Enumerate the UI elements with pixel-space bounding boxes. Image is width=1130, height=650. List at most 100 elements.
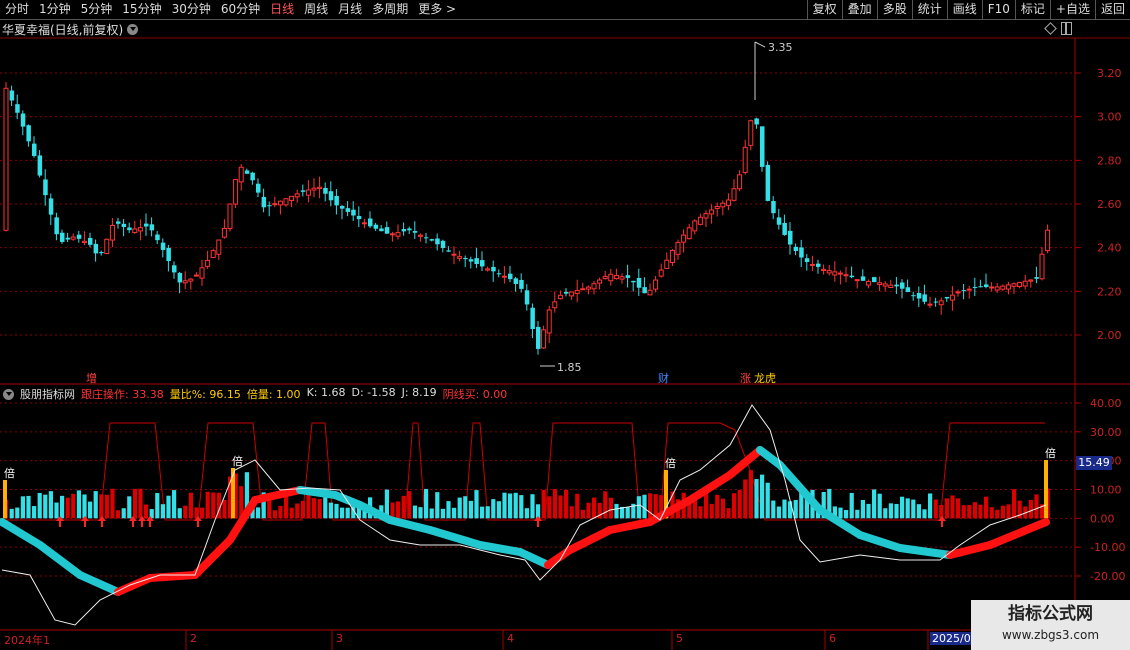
candle-body-111 xyxy=(625,275,631,278)
candle-body-51 xyxy=(289,195,295,201)
candle-body-179 xyxy=(1005,284,1011,290)
vol-bar-150 xyxy=(844,509,849,519)
indicator-item-1: 量比%: 96.15 xyxy=(169,388,241,401)
candle-body-19 xyxy=(109,224,115,241)
candle-body-114 xyxy=(642,287,647,294)
candle-body-107 xyxy=(602,275,608,280)
vol-bar-53 xyxy=(300,500,305,519)
candle-body-96 xyxy=(541,329,547,349)
candle-body-170 xyxy=(955,291,961,294)
candle-body-141 xyxy=(793,246,799,251)
candle-body-22 xyxy=(127,227,132,231)
candle-body-48 xyxy=(272,203,278,206)
candle-body-34 xyxy=(193,274,199,277)
candle-body-163 xyxy=(916,292,922,299)
candle-body-14 xyxy=(81,240,87,244)
event-marker-longhu[interactable]: 龙虎 xyxy=(754,370,776,386)
candle-body-123 xyxy=(692,220,698,232)
candle-body-72 xyxy=(407,228,412,231)
vol-bar-27 xyxy=(155,493,160,519)
candle-body-108 xyxy=(608,273,614,282)
candle-body-83 xyxy=(468,259,474,262)
vol-bar-92 xyxy=(519,495,524,519)
candle-body-35 xyxy=(199,267,205,279)
vol-bar-86 xyxy=(485,506,490,519)
event-marker-cai[interactable]: 财 xyxy=(658,370,669,386)
vol-bar-60 xyxy=(340,507,345,519)
candle-body-172 xyxy=(966,288,972,291)
candle-body-120 xyxy=(675,241,681,255)
candle-body-2 xyxy=(15,104,20,113)
vol-bar-157 xyxy=(883,508,888,519)
date-label-2: 3 xyxy=(336,632,343,645)
vol-bar-161 xyxy=(905,498,910,519)
vol-bar-71 xyxy=(401,495,406,519)
candle-body-104 xyxy=(585,286,591,290)
vol-bar-138 xyxy=(776,506,781,519)
price-tick-label-1: 3.00 xyxy=(1097,111,1122,124)
candle-body-182 xyxy=(1022,280,1028,287)
candle-body-171 xyxy=(961,290,967,292)
candle-body-159 xyxy=(894,284,899,287)
candle-body-23 xyxy=(132,228,138,233)
candle-body-54 xyxy=(305,189,311,196)
trend-band-seg-26 xyxy=(946,541,994,559)
vol-bar-87 xyxy=(491,499,496,519)
candle-body-180 xyxy=(1011,283,1017,287)
candle-body-63 xyxy=(356,215,362,220)
event-marker-zhang[interactable]: 涨 xyxy=(740,370,751,386)
candle-body-155 xyxy=(872,277,877,283)
vol-bar-163 xyxy=(916,504,921,519)
vol-bar-90 xyxy=(508,493,513,519)
candle-body-50 xyxy=(283,198,289,206)
candle-body-174 xyxy=(978,286,983,288)
candle-body-185 xyxy=(1039,253,1045,280)
bei-bar-0 xyxy=(3,480,7,519)
vol-bar-29 xyxy=(166,495,171,519)
vol-bar-162 xyxy=(911,499,916,519)
candle-body-181 xyxy=(1017,281,1023,288)
low-price-label: 1.85 xyxy=(557,361,582,374)
high-price-label: 3.35 xyxy=(768,41,793,54)
event-marker-zeng[interactable]: 增 xyxy=(86,370,97,386)
high-pointer xyxy=(754,41,766,48)
vol-bar-73 xyxy=(412,505,417,519)
candle-body-139 xyxy=(782,222,787,235)
vol-bar-11 xyxy=(65,497,70,519)
vol-bar-18 xyxy=(104,494,109,519)
indicator-dropdown-icon[interactable] xyxy=(3,388,14,400)
candle-body-27 xyxy=(155,234,160,241)
vol-bar-130 xyxy=(732,493,737,519)
vol-bar-139 xyxy=(782,499,787,519)
vol-bar-164 xyxy=(922,509,927,519)
trend-band-seg-9 xyxy=(331,491,364,509)
candle-body-109 xyxy=(613,274,619,280)
candle-body-0 xyxy=(3,87,9,231)
vol-bar-10 xyxy=(60,495,65,519)
vol-bar-22 xyxy=(127,496,132,519)
candle-body-93 xyxy=(524,290,530,305)
candle-body-149 xyxy=(837,272,843,275)
vol-bar-25 xyxy=(144,504,149,519)
candle-body-68 xyxy=(384,227,390,234)
candle-body-162 xyxy=(911,295,916,297)
candle-body-61 xyxy=(345,208,351,212)
kline-chart[interactable]: 3.203.002.802.602.402.202.0040.0030.0020… xyxy=(0,0,1130,650)
candle-body-24 xyxy=(137,227,143,232)
candle-body-58 xyxy=(328,191,334,201)
vol-bar-55 xyxy=(312,498,317,519)
ind-tick-label-1: 30.00 xyxy=(1090,426,1122,439)
trend-band-seg-5 xyxy=(191,536,234,579)
candle-body-140 xyxy=(788,230,793,245)
vol-bar-17 xyxy=(99,494,104,519)
candle-body-8 xyxy=(48,198,54,215)
vol-bar-88 xyxy=(496,501,501,519)
candle-body-148 xyxy=(832,271,838,276)
candle-body-115 xyxy=(647,289,653,296)
candle-body-36 xyxy=(205,259,211,267)
vol-bar-154 xyxy=(866,503,871,519)
ind-tick-label-4: 0.00 xyxy=(1090,512,1115,525)
vol-bar-93 xyxy=(524,508,529,519)
candle-body-81 xyxy=(457,256,463,259)
vol-bar-184 xyxy=(1034,494,1039,519)
